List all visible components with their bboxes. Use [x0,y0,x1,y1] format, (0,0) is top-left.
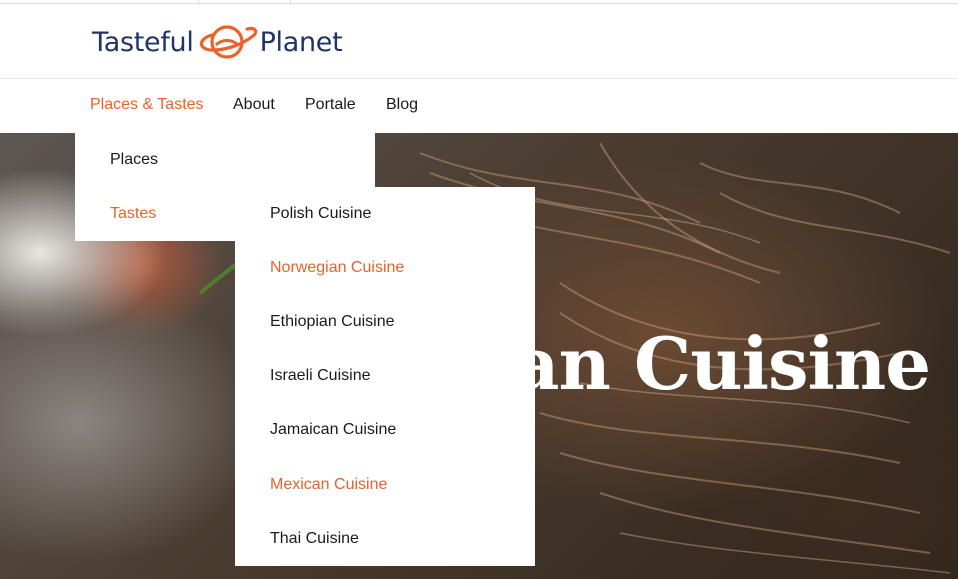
submenu-item-polish-cuisine[interactable]: Polish Cuisine [270,205,371,223]
nav-item-portale[interactable]: Portale [305,96,356,114]
main-nav: Places & Tastes About Portale Blog [0,79,958,133]
tastes-submenu: Polish Cuisine Norwegian Cuisine Ethiopi… [235,187,535,566]
submenu-item-ethiopian-cuisine[interactable]: Ethiopian Cuisine [270,313,395,331]
submenu-item-norwegian-cuisine[interactable]: Norwegian Cuisine [270,259,404,277]
submenu-item-mexican-cuisine[interactable]: Mexican Cuisine [270,476,387,494]
site-logo[interactable]: Tasteful Planet [92,20,343,64]
nav-item-blog[interactable]: Blog [386,96,418,114]
submenu-item-israeli-cuisine[interactable]: Israeli Cuisine [270,367,370,385]
dropdown-item-places[interactable]: Places [110,151,158,169]
hero-title: can Cuisine [470,321,931,406]
dropdown-item-tastes[interactable]: Tastes [110,205,156,223]
submenu-item-thai-cuisine[interactable]: Thai Cuisine [270,530,359,548]
logo-word-right: Planet [259,26,343,58]
planet-icon [199,25,257,59]
nav-item-about[interactable]: About [233,96,275,114]
logo-word-left: Tasteful [92,26,194,58]
site-header: Tasteful Planet [0,4,958,79]
submenu-item-jamaican-cuisine[interactable]: Jamaican Cuisine [270,421,396,439]
nav-item-places-and-tastes[interactable]: Places & Tastes [90,96,204,114]
